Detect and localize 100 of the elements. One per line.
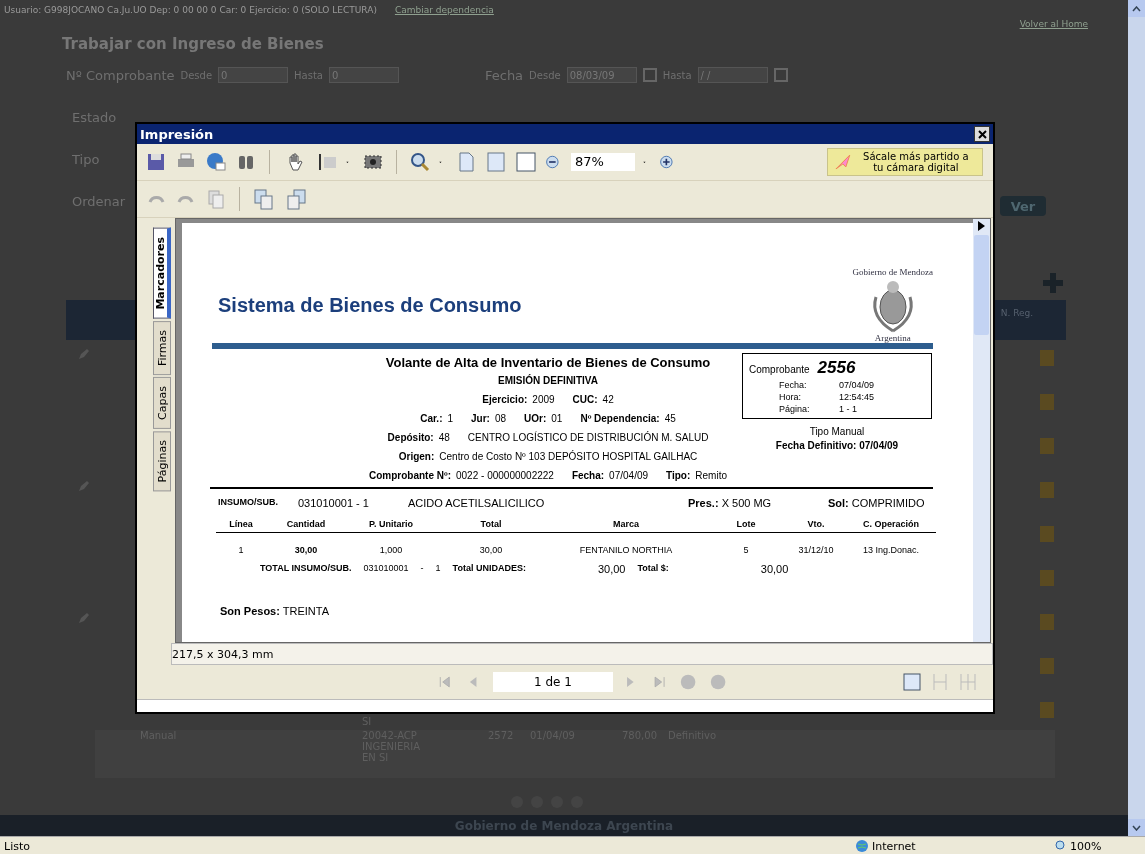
info-field: CENTRO LOGÍSTICO DE DISTRIBUCIÓN M. SALUD [467, 432, 709, 443]
info-field: Ejercicio: 2009 [482, 394, 555, 405]
close-button[interactable] [974, 126, 990, 142]
total-field: - [420, 563, 424, 575]
item-code: 031010001 - 1 [298, 497, 370, 509]
promo-banner[interactable]: Sácale más partido a tu cámara digital [827, 148, 983, 176]
folder-icon[interactable] [1040, 614, 1054, 630]
info-field: Tipo: Remito [666, 470, 727, 481]
total-field: Total UNIDADES: [452, 563, 526, 575]
document-title: Sistema de Bienes de Consumo [218, 294, 522, 317]
scroll-up-button[interactable] [1128, 0, 1145, 17]
zoom-icon[interactable] [1055, 840, 1067, 852]
total-field: 1 [435, 563, 441, 575]
info-field: Nº Dependencia: 45 [580, 413, 676, 424]
field-value: 07/04/09 [839, 380, 876, 390]
total-field: 031010001 [363, 563, 409, 575]
dialog-title: Impresión [140, 126, 214, 142]
total-field: Total $: [637, 563, 669, 575]
info-field: Comprobante Nº: 0022 - 000000002222 [369, 470, 554, 481]
page-size: 217,5 x 304,3 mm [172, 647, 274, 661]
info-field: Car.: 1 [420, 413, 454, 424]
item-presentation: Pres.: X 500 MG [688, 497, 773, 509]
field-label: Fecha: [779, 380, 808, 390]
next-page-icon[interactable] [252, 188, 276, 210]
table-cell-text: 30,00 [478, 544, 504, 555]
pencil-icon[interactable] [78, 612, 90, 624]
column-header: Lote [706, 519, 786, 533]
column-header: Cantidad [266, 519, 346, 533]
total-field: 30,00 [760, 563, 789, 575]
calendar-icon[interactable] [773, 68, 788, 82]
zoom-field[interactable]: 87% [571, 153, 635, 171]
logo-caption: Gobierno de Mendoza [852, 267, 933, 277]
info-field: Jur: 08 [471, 413, 507, 424]
table-cell-text: 31/12/10 [797, 544, 835, 555]
info-field: Depósito: 48 [387, 432, 450, 443]
pencil-icon[interactable] [78, 348, 90, 360]
page-title: Trabajar con Ingreso de Bienes [62, 35, 325, 53]
add-icon[interactable] [1042, 272, 1064, 294]
security-zone: Internet [872, 839, 916, 853]
side-tab[interactable]: Firmas [153, 320, 171, 375]
table-cell-text: 30,00 [293, 544, 319, 555]
total-field: 30,00 [597, 563, 626, 575]
item-label: INSUMO/SUB. [218, 497, 279, 509]
table-cell-text: 1,000 [378, 544, 404, 555]
side-tab[interactable]: Marcadores [153, 228, 171, 319]
page-indicator[interactable]: 1 de 1 [493, 672, 613, 692]
caret-down-icon [1132, 824, 1141, 831]
pencil-icon[interactable] [78, 480, 90, 492]
table-cell-text: 5 [742, 544, 750, 555]
logo-caption: Argentina [874, 333, 911, 343]
folder-icon[interactable] [1040, 702, 1054, 718]
copy-icon[interactable] [205, 188, 227, 210]
zoom-in-icon[interactable] [409, 151, 431, 173]
facing-icon[interactable] [957, 671, 979, 693]
user-info: Usuario: G998JOCANO Ca.Ju.UO Dep: 0 00 00 0 Car: 0 Ejercicio: 0 (SOLO LECTURA) [4, 5, 377, 15]
folder-icon[interactable] [1040, 658, 1054, 674]
side-tab[interactable]: Capas [153, 376, 171, 429]
fit-page-icon[interactable] [485, 151, 507, 173]
text-select-icon[interactable] [316, 151, 338, 173]
previous-page-icon[interactable] [284, 188, 308, 210]
voucher-label: Comprobante [749, 364, 810, 375]
column-header: Vto. [786, 519, 846, 533]
save-icon[interactable] [145, 151, 167, 173]
info-field: Fecha: 07/04/09 [571, 470, 649, 481]
info-field: CUC: 42 [572, 394, 614, 405]
single-page-icon[interactable] [901, 671, 923, 693]
item-form: Sol: COMPRIMIDO [828, 497, 926, 509]
column-header: Línea [216, 519, 266, 533]
amount-label: Son Pesos: [220, 605, 280, 617]
globe-icon [855, 839, 869, 853]
folder-icon[interactable] [1040, 482, 1054, 498]
scroll-down-button[interactable] [1128, 819, 1145, 836]
folder-icon[interactable] [1040, 438, 1054, 454]
folder-icon[interactable] [1040, 570, 1054, 586]
promo-text[interactable]: Sácale más partido a tu cámara digital [857, 151, 974, 173]
table-cell-text: 13 Ing.Donac. [861, 544, 920, 555]
fit-width-icon[interactable] [515, 151, 537, 173]
voucher-number: 2556 [817, 358, 856, 378]
info-field: Origen: Centro de Costo Nº 103 DEPÓSITO HOSPITAL GAILHAC [398, 451, 698, 462]
change-dependency-link[interactable]: Cambiar dependencia [394, 5, 494, 15]
item-name: ACIDO ACETILSALICILICO [408, 497, 546, 509]
table-cell-text: 1 [237, 544, 245, 555]
info-field: UOr: 01 [524, 413, 563, 424]
home-link[interactable]: Volver al Home [1019, 19, 1088, 29]
close-icon [977, 129, 987, 139]
column-header: Total [436, 519, 546, 533]
folder-icon[interactable] [1040, 394, 1054, 410]
side-tab[interactable]: Páginas [153, 430, 171, 491]
field-label: Página: [779, 404, 811, 414]
amount-words: TREINTA [282, 605, 329, 617]
total-field: TOTAL INSUMO/SUB. [260, 563, 352, 575]
globe-mail-icon[interactable] [205, 151, 227, 173]
folder-icon[interactable] [1040, 350, 1054, 366]
cursor-icon [834, 153, 852, 171]
zoom-level[interactable]: 100% [1070, 839, 1102, 853]
calendar-icon[interactable] [642, 68, 657, 82]
document-heading: Volante de Alta de Inventario de Bienes de Consumo [385, 355, 711, 370]
scroll-thumb[interactable] [974, 235, 989, 335]
caret-up-icon [1132, 5, 1141, 12]
folder-icon[interactable] [1040, 526, 1054, 542]
